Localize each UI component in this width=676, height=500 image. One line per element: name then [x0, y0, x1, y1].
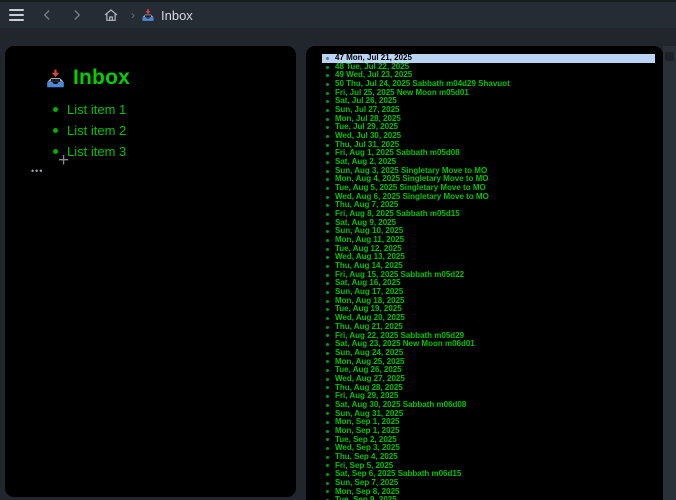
bullet-icon [326, 126, 329, 129]
chevron-right-icon [70, 8, 84, 22]
page-title-row: Inbox [45, 66, 130, 90]
bullet-icon [326, 404, 329, 407]
bullet-icon [326, 378, 329, 381]
bullet-icon [326, 135, 329, 138]
inbox-icon [45, 68, 66, 89]
bullet-icon [326, 187, 329, 190]
bullet-icon [326, 274, 329, 277]
bullet-icon [326, 352, 329, 355]
bullet-icon [326, 447, 329, 450]
bullet-icon [326, 57, 329, 60]
bullet-icon [326, 326, 329, 329]
bullet-icon [326, 369, 329, 372]
bullet-icon [326, 412, 329, 415]
bullet-icon [326, 178, 329, 181]
bullet-icon [326, 256, 329, 259]
back-button[interactable] [35, 4, 59, 26]
content-area: Inbox List item 1 List item 2 List item … [0, 28, 676, 500]
bullet-icon [326, 152, 329, 155]
breadcrumb-page-label[interactable]: Inbox [161, 8, 193, 23]
chevron-left-icon [40, 8, 54, 22]
app-window: › Inbox [0, 0, 676, 500]
agenda-date-text[interactable]: Tue, Sep 9, 2025 [335, 496, 397, 500]
main-panel: Inbox List item 1 List item 2 List item … [5, 46, 296, 497]
scrollbar-thumb[interactable] [665, 52, 674, 61]
bullet-icon [326, 144, 329, 147]
bullet-icon [326, 222, 329, 225]
bullet-icon [326, 482, 329, 485]
bullet-icon [326, 83, 329, 86]
bullet-icon [326, 170, 329, 173]
bullet-icon [326, 386, 329, 389]
bullet-icon [326, 473, 329, 476]
bullet-icon [326, 66, 329, 69]
bullet-icon [326, 265, 329, 268]
inbox-icon [141, 8, 155, 22]
bullet-icon [326, 317, 329, 320]
bullet-icon [326, 343, 329, 346]
bullet-icon [326, 456, 329, 459]
list-item-text[interactable]: List item 2 [67, 123, 126, 138]
bullet-icon [326, 248, 329, 251]
bullet-icon [326, 490, 329, 493]
bullet-icon [326, 100, 329, 103]
bullet-icon [326, 360, 329, 363]
list-item[interactable]: List item 1 [45, 99, 126, 120]
bullet-icon [326, 213, 329, 216]
scrollbar[interactable] [663, 46, 676, 500]
bullet-icon [326, 74, 329, 77]
forward-button[interactable] [65, 4, 89, 26]
breadcrumb-separator: › [131, 8, 135, 22]
bullet-icon [326, 334, 329, 337]
bullet-icon [326, 118, 329, 121]
bullet-icon [326, 421, 329, 424]
topbar: › Inbox [0, 2, 676, 28]
bullet-icon [326, 300, 329, 303]
bullet-icon[interactable] [53, 107, 58, 112]
bullet-icon [326, 291, 329, 294]
bullet-icon [326, 438, 329, 441]
bullet-icon [326, 109, 329, 112]
bullet-icon [326, 92, 329, 95]
bullet-icon [326, 204, 329, 207]
bullet-icon [326, 430, 329, 433]
bullet-icon [326, 464, 329, 467]
page-title: Inbox [73, 66, 130, 90]
bullet-icon [326, 161, 329, 164]
agenda-list: 47 Mon, Jul 21, 2025 48 Tue, Jul 22, 202… [306, 54, 663, 500]
breadcrumb[interactable]: Inbox [141, 8, 193, 23]
bullet-icon [326, 282, 329, 285]
bullet-icon [326, 395, 329, 398]
list-item-text[interactable]: List item 1 [67, 102, 126, 117]
home-button[interactable] [99, 4, 123, 26]
bullet-icon[interactable] [53, 128, 58, 133]
bullet-icon [326, 308, 329, 311]
bullet-icon [326, 196, 329, 199]
agenda-row[interactable]: Tue, Sep 9, 2025 [322, 496, 655, 500]
list-item[interactable]: List item 2 [45, 120, 126, 141]
drag-handle-icon[interactable]: ••• [31, 167, 43, 176]
bullet-icon [326, 239, 329, 242]
home-icon [103, 7, 119, 23]
add-block-button[interactable]: + [58, 151, 69, 170]
bullet-icon [326, 230, 329, 233]
agenda-panel: 47 Mon, Jul 21, 2025 48 Tue, Jul 22, 202… [306, 46, 663, 500]
menu-icon[interactable] [3, 4, 29, 26]
list-item-text[interactable]: List item 3 [67, 144, 126, 159]
